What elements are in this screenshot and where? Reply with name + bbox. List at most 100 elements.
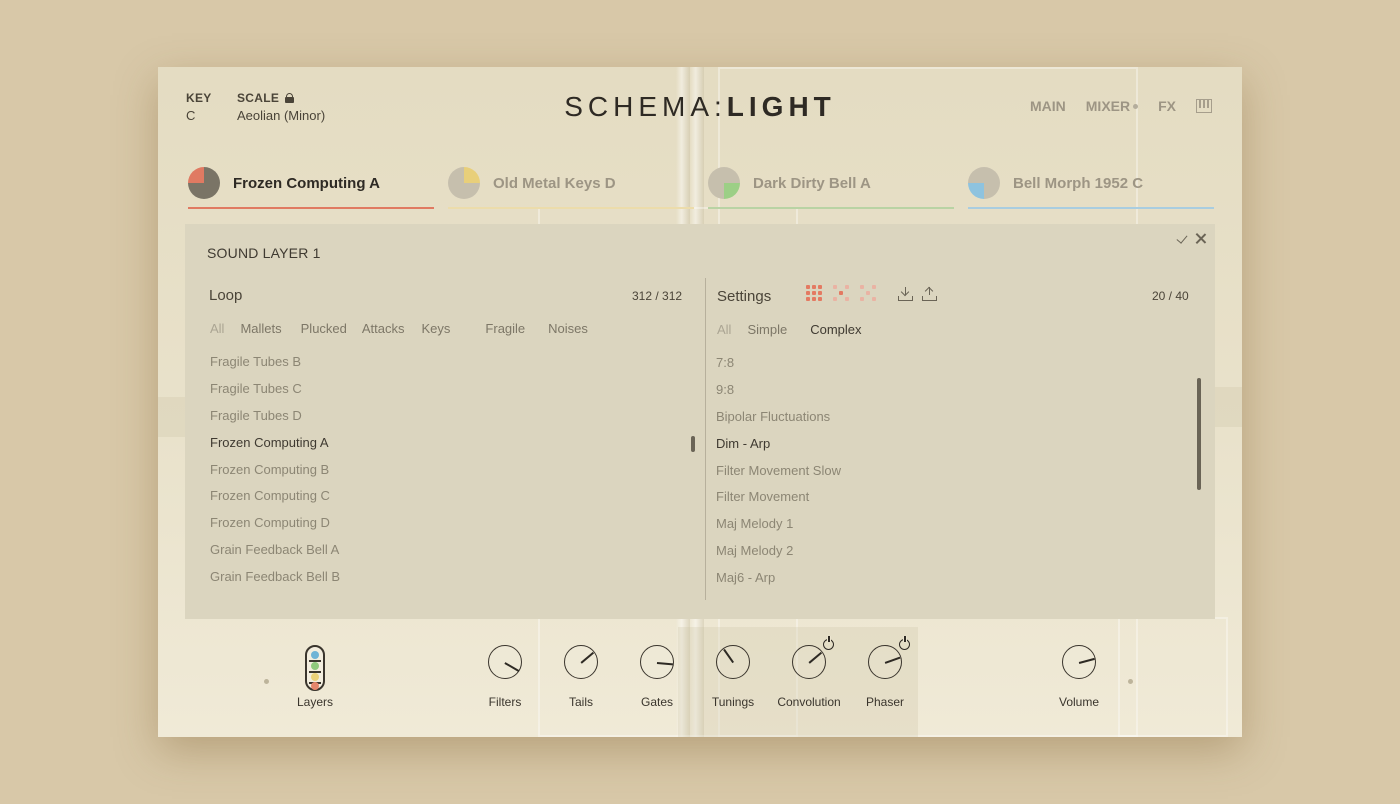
- loop-filter-keys[interactable]: Keys: [422, 321, 451, 336]
- tab-layer-4-underline: [968, 207, 1214, 209]
- nav-mixer[interactable]: MIXER: [1086, 98, 1139, 114]
- filters-label: Filters: [488, 695, 522, 709]
- tab-layer-3-underline: [708, 207, 954, 209]
- nav-main[interactable]: MAIN: [1030, 98, 1066, 114]
- list-item-selected[interactable]: Frozen Computing A: [210, 429, 340, 456]
- loop-filter-plucked[interactable]: Plucked: [301, 321, 347, 336]
- sound-layer-panel: SOUND LAYER 1 Loop 312 / 312 All Mallets…: [185, 224, 1215, 619]
- loop-title: Loop: [209, 287, 243, 304]
- loop-list-items: Fragile Tubes B Fragile Tubes C Fragile …: [210, 348, 340, 590]
- settings-filter-complex[interactable]: Complex: [810, 322, 861, 337]
- confirm-check-icon[interactable]: [1177, 232, 1190, 245]
- volume-label: Volume: [1058, 695, 1100, 709]
- list-item[interactable]: 7:8: [716, 349, 841, 376]
- list-item[interactable]: Maj6 - Arp: [716, 564, 841, 591]
- list-item[interactable]: Filter Movement Slow: [716, 457, 841, 484]
- phaser-power-icon[interactable]: [899, 636, 910, 650]
- tab-layer-1-underline: [188, 207, 434, 209]
- list-item[interactable]: Frozen Computing C: [210, 482, 340, 509]
- tab-layer-1-label: Frozen Computing A: [233, 174, 380, 192]
- phaser-knob[interactable]: Phaser: [845, 636, 925, 709]
- tunings-knob[interactable]: Tunings: [693, 645, 773, 709]
- decorative-dot: [1128, 679, 1133, 684]
- list-item[interactable]: Filter Movement: [716, 483, 841, 510]
- list-item[interactable]: Fragile Tubes C: [210, 375, 340, 402]
- plugin-window: KEY C SCALE Aeolian (Minor) SCHEMA:LIGHT…: [158, 67, 1242, 737]
- list-item[interactable]: Maj Melody 1: [716, 510, 841, 537]
- gates-label: Gates: [640, 695, 673, 709]
- gates-knob[interactable]: Gates: [617, 645, 697, 709]
- grid-pattern-full-icon[interactable]: [806, 285, 822, 301]
- list-item[interactable]: Bipolar Fluctuations: [716, 403, 841, 430]
- close-icon[interactable]: [1194, 232, 1207, 245]
- panel-actions: [1177, 232, 1207, 245]
- filters-knob[interactable]: Filters: [465, 645, 545, 709]
- convolution-knob[interactable]: Convolution: [769, 636, 849, 709]
- upload-icon[interactable]: [922, 286, 937, 301]
- loop-scrollbar[interactable]: [691, 436, 695, 452]
- list-item[interactable]: Frozen Computing D: [210, 509, 340, 536]
- list-item-selected[interactable]: Dim - Arp: [716, 430, 841, 457]
- loop-filter-mallets[interactable]: Mallets: [240, 321, 281, 336]
- bottom-controls: Layers Filters Tails Gates Tunings Convo…: [158, 636, 1242, 727]
- top-nav: MAIN MIXER FX: [1030, 98, 1212, 114]
- logo-separator: :: [714, 91, 727, 122]
- settings-filter-simple[interactable]: Simple: [747, 322, 787, 337]
- layers-toggle-icon[interactable]: [305, 645, 325, 691]
- layer-1-pie-icon: [188, 167, 220, 199]
- tab-layer-3-label: Dark Dirty Bell A: [753, 174, 871, 192]
- settings-filters: All Simple Complex: [717, 322, 862, 337]
- layer-tabs: Frozen Computing A Old Metal Keys D Dark…: [186, 157, 1214, 209]
- tab-layer-1[interactable]: Frozen Computing A: [188, 157, 434, 209]
- gates-knob-dial[interactable]: [640, 645, 674, 679]
- loop-filters: All Mallets Plucked Attacks Keys Fragile…: [210, 321, 588, 336]
- phaser-knob-dial[interactable]: [868, 645, 902, 679]
- filters-knob-dial[interactable]: [488, 645, 522, 679]
- volume-knob-dial[interactable]: [1062, 645, 1096, 679]
- tab-layer-2-label: Old Metal Keys D: [493, 174, 616, 192]
- grid-pattern-corner-icon[interactable]: [860, 285, 876, 301]
- list-item[interactable]: 9:8: [716, 376, 841, 403]
- layers-control[interactable]: Layers: [275, 645, 355, 709]
- loop-filter-fragile[interactable]: Fragile: [485, 321, 525, 336]
- tunings-label: Tunings: [711, 695, 755, 709]
- list-item[interactable]: Frozen Computing B: [210, 456, 340, 483]
- loop-filter-attacks[interactable]: Attacks: [362, 321, 405, 336]
- convolution-knob-dial[interactable]: [792, 645, 826, 679]
- piano-keyboard-icon[interactable]: [1196, 99, 1212, 113]
- column-divider: [705, 278, 706, 600]
- nav-fx[interactable]: FX: [1158, 98, 1176, 114]
- convolution-power-icon[interactable]: [823, 636, 834, 650]
- settings-list: 7:8 9:8 Bipolar Fluctuations Dim - Arp F…: [716, 349, 841, 591]
- list-item[interactable]: Maj Melody 2: [716, 537, 841, 564]
- loop-filter-noises[interactable]: Noises: [548, 321, 588, 336]
- mixer-indicator-icon: [1133, 103, 1139, 109]
- loop-count: 312 / 312: [632, 289, 683, 303]
- list-item[interactable]: Fragile Tubes D: [210, 402, 340, 429]
- settings-filter-all[interactable]: All: [717, 322, 731, 337]
- layer-3-pie-icon: [708, 167, 740, 199]
- loop-filter-all[interactable]: All: [210, 321, 224, 336]
- download-icon[interactable]: [898, 287, 913, 301]
- settings-count: 20 / 40: [1152, 289, 1189, 303]
- tab-layer-4-label: Bell Morph 1952 C: [1013, 174, 1144, 192]
- tails-knob-dial[interactable]: [564, 645, 598, 679]
- tab-layer-4[interactable]: Bell Morph 1952 C: [968, 157, 1214, 209]
- grid-pattern-sparse-icon[interactable]: [833, 285, 849, 301]
- list-item[interactable]: Fragile Tubes B: [210, 348, 340, 375]
- list-item[interactable]: Grain Feedback Bell A: [210, 536, 340, 563]
- layers-label: Layers: [296, 695, 334, 709]
- panel-title: SOUND LAYER 1: [207, 245, 321, 261]
- list-item[interactable]: Grain Feedback Bell B: [210, 563, 340, 590]
- layer-4-pie-icon: [968, 167, 1000, 199]
- volume-knob[interactable]: Volume: [1039, 645, 1119, 709]
- phaser-label: Phaser: [865, 695, 905, 709]
- decorative-dot: [264, 679, 269, 684]
- tails-knob[interactable]: Tails: [541, 645, 621, 709]
- tab-layer-2-underline: [448, 207, 694, 209]
- settings-scrollbar[interactable]: [1197, 378, 1201, 490]
- convolution-label: Convolution: [777, 695, 841, 709]
- tab-layer-2[interactable]: Old Metal Keys D: [448, 157, 694, 209]
- tunings-knob-dial[interactable]: [716, 645, 750, 679]
- tab-layer-3[interactable]: Dark Dirty Bell A: [708, 157, 954, 209]
